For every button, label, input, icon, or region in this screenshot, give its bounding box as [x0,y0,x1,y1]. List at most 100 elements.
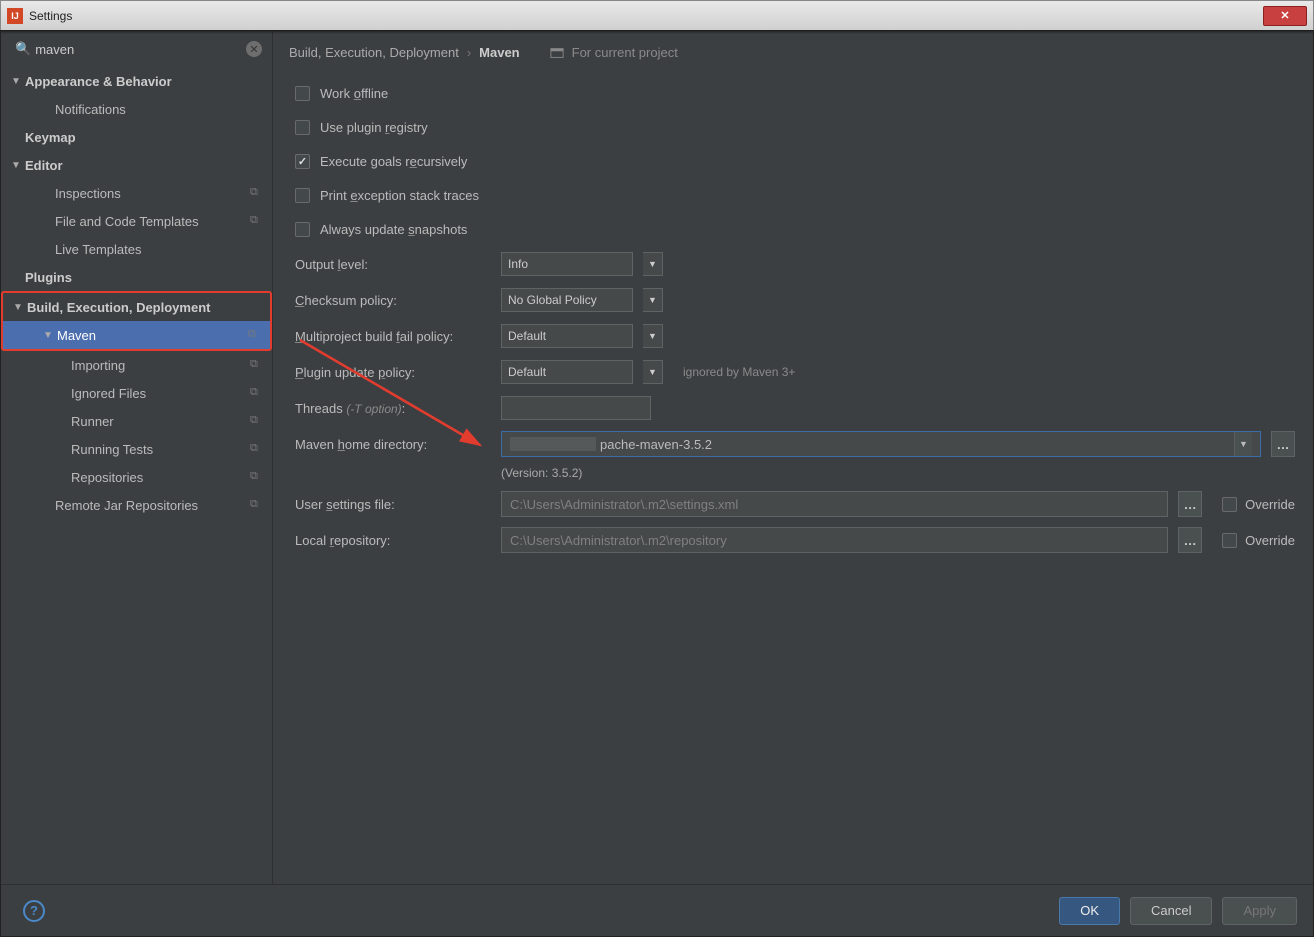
use-plugin-registry-checkbox[interactable] [295,120,310,135]
tree-item-build-execution-deployment[interactable]: ▼Build, Execution, Deployment [3,293,270,321]
tree-item-label: Ignored Files [71,386,250,401]
user-settings-browse-button[interactable]: … [1178,491,1202,517]
copy-profile-icon[interactable]: ⧉ [250,470,264,484]
tree-item-notifications[interactable]: Notifications [1,95,272,123]
project-icon [550,46,564,60]
dropdown-arrow-icon[interactable]: ▼ [1234,432,1252,456]
user-settings-label: User settings file: [295,497,491,512]
dropdown-arrow-icon[interactable]: ▼ [643,288,663,312]
tree-item-running-tests[interactable]: Running Tests⧉ [1,435,272,463]
user-settings-input[interactable]: C:\Users\Administrator\.m2\settings.xml [501,491,1168,517]
maven-form: Work offline Use plugin registry Execute… [273,70,1313,558]
output-level-label: Output level: [295,257,491,272]
work-offline-checkbox[interactable] [295,86,310,101]
tree-item-maven[interactable]: ▼Maven⧉ [3,321,270,349]
tree-item-label: Running Tests [71,442,250,457]
breadcrumb-root[interactable]: Build, Execution, Deployment [289,45,459,60]
copy-profile-icon[interactable]: ⧉ [248,328,262,342]
tree-item-importing[interactable]: Importing⧉ [1,351,272,379]
titlebar: IJ Settings ✕ [0,0,1314,30]
sidebar: 🔍 ✕ ▼Appearance & BehaviorNotificationsK… [1,31,273,884]
tree-item-label: Importing [71,358,250,373]
help-button[interactable]: ? [23,900,45,922]
tree-item-file-and-code-templates[interactable]: File and Code Templates⧉ [1,207,272,235]
always-update-checkbox[interactable] [295,222,310,237]
copy-profile-icon[interactable]: ⧉ [250,414,264,428]
window-title: Settings [29,9,1263,23]
multiproject-fail-label: Multiproject build fail policy: [295,329,491,344]
copy-profile-icon[interactable]: ⧉ [250,358,264,372]
search-clear-button[interactable]: ✕ [246,41,262,57]
output-level-select[interactable]: Info [501,252,633,276]
copy-profile-icon[interactable]: ⧉ [250,442,264,456]
dropdown-arrow-icon[interactable]: ▼ [643,360,663,384]
dropdown-arrow-icon[interactable]: ▼ [643,324,663,348]
execute-goals-label: Execute goals recursively [320,154,467,169]
checksum-policy-select[interactable]: No Global Policy [501,288,633,312]
threads-input[interactable] [501,396,651,420]
user-settings-override-checkbox[interactable] [1222,497,1237,512]
tree-item-repositories[interactable]: Repositories⧉ [1,463,272,491]
tree-item-label: Inspections [55,186,250,201]
tree-item-remote-jar-repositories[interactable]: Remote Jar Repositories⧉ [1,491,272,519]
apply-button[interactable]: Apply [1222,897,1297,925]
dropdown-arrow-icon[interactable]: ▼ [643,252,663,276]
local-repo-input[interactable]: C:\Users\Administrator\.m2\repository [501,527,1168,553]
local-repo-override-label: Override [1245,533,1295,548]
tree-item-label: Appearance & Behavior [25,74,272,89]
main-panel: Build, Execution, Deployment › Maven For… [273,31,1313,884]
breadcrumb-leaf: Maven [479,45,519,60]
project-hint: For current project [572,45,678,60]
maven-home-label: Maven home directory: [295,437,491,452]
maven-version-text: (Version: 3.5.2) [295,466,1295,480]
tree-item-editor[interactable]: ▼Editor [1,151,272,179]
plugin-update-select[interactable]: Default [501,360,633,384]
tree-item-keymap[interactable]: Keymap [1,123,272,151]
search-input[interactable] [35,42,246,57]
tree-item-label: Repositories [71,470,250,485]
copy-profile-icon[interactable]: ⧉ [250,386,264,400]
local-repo-label: Local repository: [295,533,491,548]
copy-profile-icon[interactable]: ⧉ [250,186,264,200]
search-wrap: 🔍 ✕ [1,31,272,63]
cancel-button[interactable]: Cancel [1130,897,1212,925]
settings-tree[interactable]: ▼Appearance & BehaviorNotificationsKeyma… [1,63,272,884]
print-exception-label: Print exception stack traces [320,188,479,203]
search-icon: 🔍 [15,41,31,57]
expand-icon: ▼ [11,160,25,171]
tree-item-label: Editor [25,158,272,173]
user-settings-override-label: Override [1245,497,1295,512]
copy-profile-icon[interactable]: ⧉ [250,498,264,512]
use-plugin-registry-label: Use plugin registry [320,120,428,135]
local-repo-override-checkbox[interactable] [1222,533,1237,548]
maven-home-combo[interactable]: pache-maven-3.5.2 ▼ [501,431,1261,457]
tree-item-plugins[interactable]: Plugins [1,263,272,291]
print-exception-checkbox[interactable] [295,188,310,203]
copy-profile-icon[interactable]: ⧉ [250,214,264,228]
expand-icon: ▼ [13,302,27,313]
window-close-button[interactable]: ✕ [1263,6,1307,26]
tree-item-label: Plugins [25,270,272,285]
tree-item-live-templates[interactable]: Live Templates [1,235,272,263]
ok-button[interactable]: OK [1059,897,1120,925]
local-repo-browse-button[interactable]: … [1178,527,1202,553]
tree-item-ignored-files[interactable]: Ignored Files⧉ [1,379,272,407]
breadcrumb: Build, Execution, Deployment › Maven For… [273,31,1313,70]
plugin-update-label: Plugin update policy: [295,365,491,380]
tree-item-appearance-behavior[interactable]: ▼Appearance & Behavior [1,67,272,95]
execute-goals-checkbox[interactable] [295,154,310,169]
multiproject-fail-select[interactable]: Default [501,324,633,348]
tree-item-label: Keymap [25,130,272,145]
tree-item-inspections[interactable]: Inspections⧉ [1,179,272,207]
checksum-policy-label: Checksum policy: [295,293,491,308]
app-icon: IJ [7,8,23,24]
maven-home-browse-button[interactable]: … [1271,431,1295,457]
tree-item-label: Runner [71,414,250,429]
tree-item-runner[interactable]: Runner⧉ [1,407,272,435]
tree-item-label: File and Code Templates [55,214,250,229]
tree-item-label: Maven [57,328,248,343]
chevron-right-icon: › [467,45,471,60]
redacted-path-prefix [510,437,596,451]
tree-item-label: Live Templates [55,242,272,257]
settings-frame: 🔍 ✕ ▼Appearance & BehaviorNotificationsK… [0,30,1314,937]
